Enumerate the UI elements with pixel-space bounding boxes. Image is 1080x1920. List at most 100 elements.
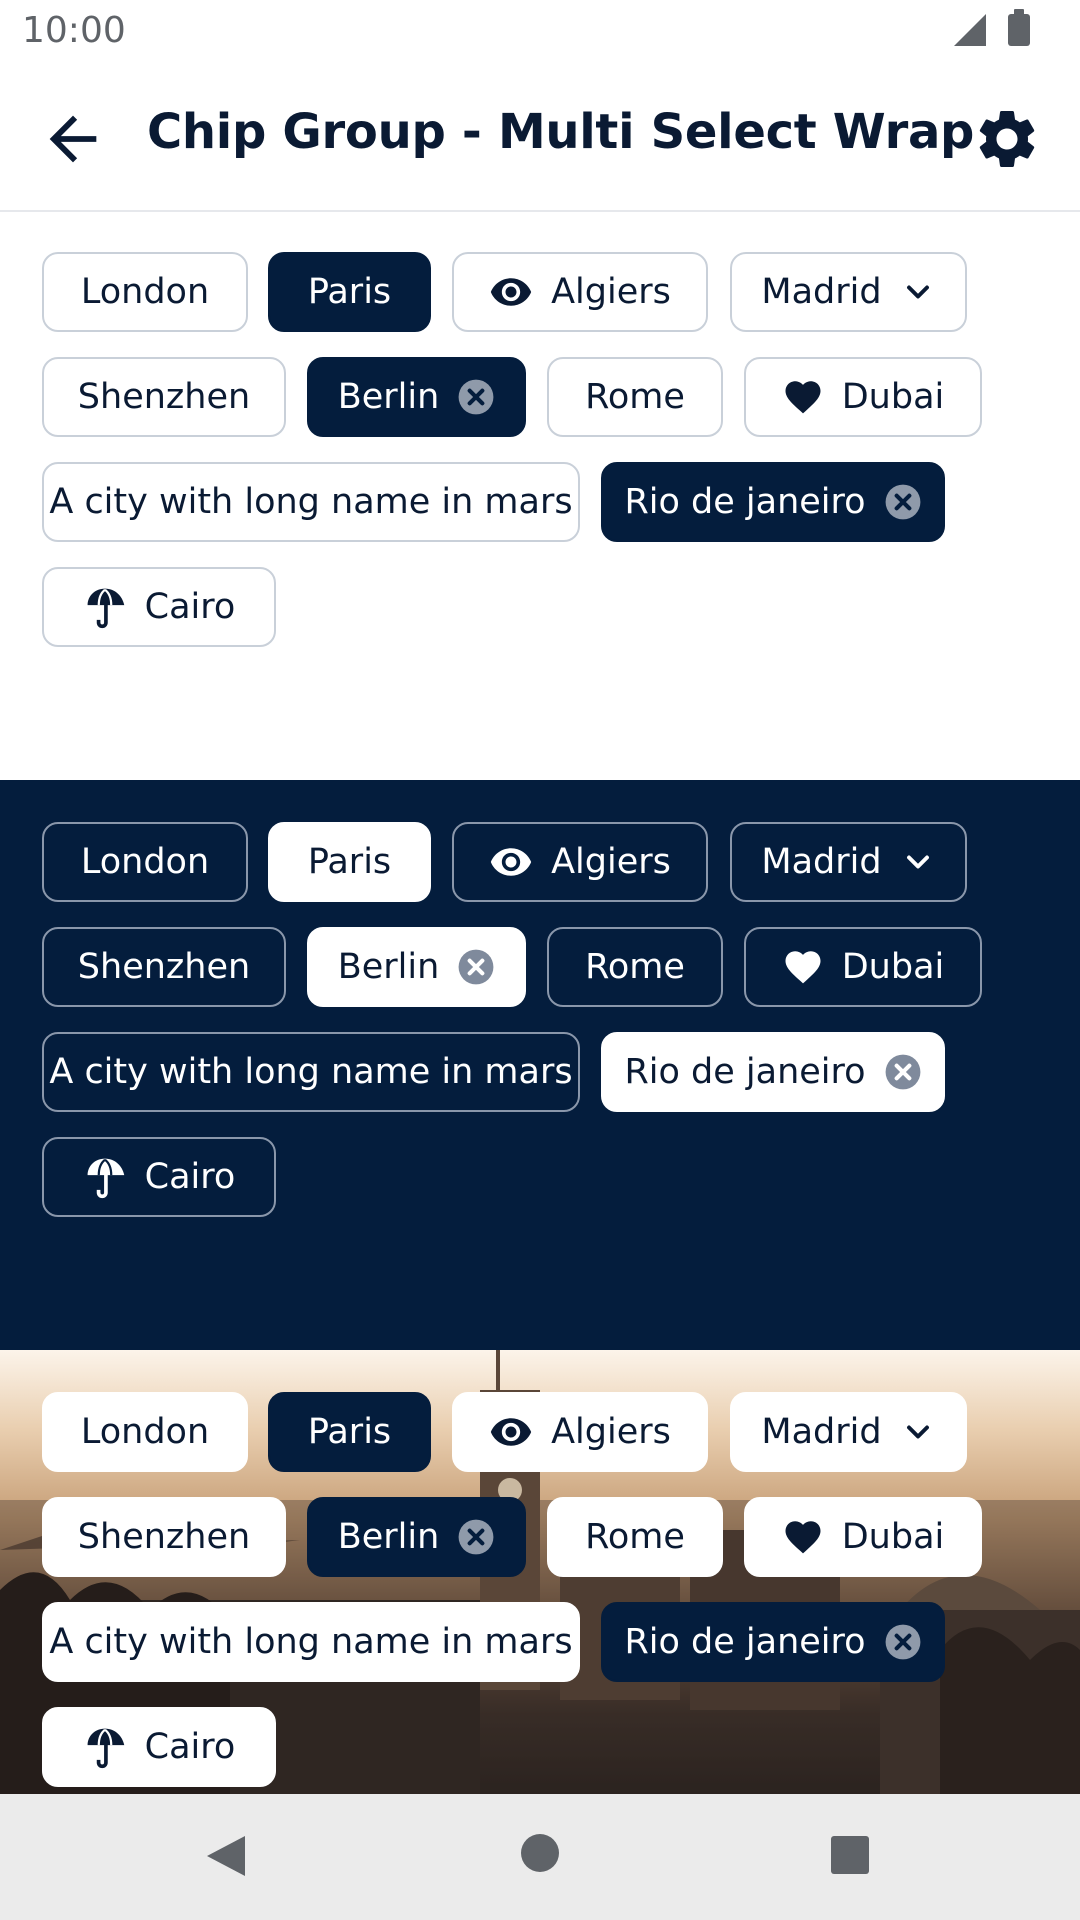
gear-icon: [979, 111, 1035, 167]
chip-london[interactable]: London: [42, 252, 248, 332]
system-navigation-bar: [0, 1794, 1080, 1920]
chip-madrid[interactable]: Madrid: [730, 252, 967, 332]
close-circle-icon[interactable]: [457, 378, 495, 416]
chip-rome[interactable]: Rome: [547, 927, 723, 1007]
chip-label: A city with long name in mars: [49, 482, 573, 522]
chip-label: Cairo: [144, 1157, 236, 1197]
heart-icon: [785, 951, 821, 984]
chip-berlin[interactable]: Berlin: [307, 357, 526, 437]
chip-algiers[interactable]: Algiers: [452, 1392, 708, 1472]
chip-cairo[interactable]: Cairo: [42, 1707, 276, 1787]
close-circle-icon[interactable]: [884, 1623, 922, 1661]
close-circle-icon[interactable]: [884, 483, 922, 521]
chip-group-dark: London Paris Algiers Madrid Shenzhen Ber…: [0, 780, 1080, 1350]
page-title: Chip Group - Multi Select Wrap: [147, 104, 975, 160]
chip-rio[interactable]: Rio de janeiro: [601, 1032, 945, 1112]
battery-icon: [1008, 9, 1030, 46]
status-time: 10:00: [22, 10, 126, 51]
chip-dubai[interactable]: Dubai: [744, 1497, 982, 1577]
chip-london[interactable]: London: [42, 1392, 248, 1472]
chip-label: Madrid: [761, 842, 882, 882]
chip-algiers[interactable]: Algiers: [452, 252, 708, 332]
chip-madrid[interactable]: Madrid: [730, 822, 967, 902]
chip-paris[interactable]: Paris: [268, 1392, 431, 1472]
chip-long-city[interactable]: A city with long name in mars: [42, 1032, 580, 1112]
chip-label: Dubai: [841, 1517, 945, 1557]
chip-label: A city with long name in mars: [49, 1052, 573, 1092]
chip-label: Cairo: [144, 1727, 236, 1767]
heart-icon: [785, 1521, 821, 1554]
chip-label: London: [80, 272, 210, 312]
chip-label: Madrid: [761, 1412, 882, 1452]
chip-berlin[interactable]: Berlin: [307, 1497, 526, 1577]
chip-label: Algiers: [551, 272, 671, 312]
chip-paris[interactable]: Paris: [268, 252, 431, 332]
chip-label: Berlin: [337, 947, 440, 987]
chip-shenzhen[interactable]: Shenzhen: [42, 927, 286, 1007]
chip-label: Rio de janeiro: [624, 482, 866, 522]
chip-label: Berlin: [337, 1517, 440, 1557]
chip-label: Shenzhen: [77, 377, 251, 417]
chip-label: A city with long name in mars: [49, 1622, 573, 1662]
chip-algiers[interactable]: Algiers: [452, 822, 708, 902]
umbrella-icon: [87, 588, 124, 629]
chip-label: Paris: [307, 272, 392, 312]
chip-berlin[interactable]: Berlin: [307, 927, 526, 1007]
close-circle-icon[interactable]: [457, 1518, 495, 1556]
chip-paris[interactable]: Paris: [268, 822, 431, 902]
signal-icon: [954, 14, 986, 46]
status-icons: [954, 9, 1030, 46]
chip-rio[interactable]: Rio de janeiro: [601, 462, 945, 542]
chip-label: Dubai: [841, 377, 945, 417]
close-circle-icon[interactable]: [884, 1053, 922, 1091]
eye-icon: [490, 278, 532, 306]
chip-london[interactable]: London: [42, 822, 248, 902]
chip-label: Shenzhen: [77, 1517, 251, 1557]
chip-long-city[interactable]: A city with long name in mars: [42, 462, 580, 542]
chip-rio[interactable]: Rio de janeiro: [601, 1602, 945, 1682]
chevron-down-icon: [906, 285, 929, 299]
chip-label: Rome: [585, 377, 685, 417]
chip-group-photo: London Paris Algiers Madrid Shenzhen Ber…: [0, 1350, 1080, 1794]
chip-label: Paris: [307, 842, 392, 882]
chip-dubai[interactable]: Dubai: [744, 357, 982, 437]
chip-cairo[interactable]: Cairo: [42, 567, 276, 647]
chip-label: Berlin: [337, 377, 440, 417]
chip-label: London: [80, 1412, 210, 1452]
chip-rome[interactable]: Rome: [547, 357, 723, 437]
chip-long-city[interactable]: A city with long name in mars: [42, 1602, 580, 1682]
arrow-back-icon: [49, 115, 97, 163]
chevron-down-icon: [906, 855, 929, 869]
app-bar: Chip Group - Multi Select Wrap: [0, 64, 1080, 212]
chip-label: Dubai: [841, 947, 945, 987]
chip-shenzhen[interactable]: Shenzhen: [42, 357, 286, 437]
chip-label: London: [80, 842, 210, 882]
chip-label: Algiers: [551, 842, 671, 882]
nav-home-icon[interactable]: [521, 1834, 559, 1872]
chip-shenzhen[interactable]: Shenzhen: [42, 1497, 286, 1577]
chip-label: Shenzhen: [77, 947, 251, 987]
chip-rome[interactable]: Rome: [547, 1497, 723, 1577]
chip-dubai[interactable]: Dubai: [744, 927, 982, 1007]
chip-label: Algiers: [551, 1412, 671, 1452]
chip-label: Rio de janeiro: [624, 1622, 866, 1662]
chip-cairo[interactable]: Cairo: [42, 1137, 276, 1217]
nav-back-icon[interactable]: [205, 1834, 247, 1878]
status-bar: 10:00: [0, 0, 1080, 64]
nav-recents-icon[interactable]: [831, 1836, 869, 1874]
chip-madrid[interactable]: Madrid: [730, 1392, 967, 1472]
eye-icon: [490, 1418, 532, 1446]
chip-label: Rome: [585, 947, 685, 987]
umbrella-icon: [87, 1728, 124, 1769]
chip-label: Cairo: [144, 587, 236, 627]
umbrella-icon: [87, 1158, 124, 1199]
chip-label: Rio de janeiro: [624, 1052, 866, 1092]
back-button[interactable]: [38, 104, 108, 174]
chevron-down-icon: [906, 1425, 929, 1439]
eye-icon: [490, 848, 532, 876]
heart-icon: [785, 381, 821, 414]
settings-button[interactable]: [972, 104, 1042, 174]
chip-label: Paris: [307, 1412, 392, 1452]
chip-label: Madrid: [761, 272, 882, 312]
close-circle-icon[interactable]: [457, 948, 495, 986]
